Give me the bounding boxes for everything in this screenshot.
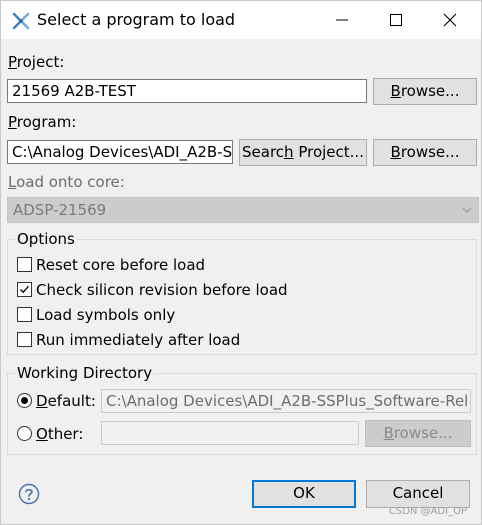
other-label: Other:: [36, 425, 84, 443]
load-symbols-checkbox[interactable]: [17, 307, 32, 322]
radio-selected-dot: [21, 397, 28, 404]
close-icon: [443, 13, 457, 27]
other-radio[interactable]: [17, 426, 32, 441]
other-directory-input[interactable]: [101, 421, 359, 445]
default-label: Default:: [36, 392, 96, 410]
project-input[interactable]: 21569 A2B-TEST: [7, 79, 367, 103]
window-title: Select a program to load: [37, 10, 236, 29]
core-select[interactable]: ADSP-21569: [7, 197, 479, 223]
reset-core-label: Reset core before load: [36, 256, 206, 274]
eclipse-x-icon: [12, 12, 30, 30]
help-icon[interactable]: [18, 483, 40, 505]
maximize-icon: [390, 14, 402, 26]
ok-button[interactable]: OK: [252, 480, 356, 508]
default-radio[interactable]: [17, 393, 32, 408]
check-silicon-checkbox[interactable]: [17, 282, 32, 297]
run-immediately-label: Run immediately after load: [36, 331, 241, 349]
chevron-down-icon: [462, 207, 472, 213]
title-bar[interactable]: Select a program to load: [1, 1, 481, 39]
minimize-button[interactable]: [319, 1, 365, 39]
working-directory-title: Working Directory: [15, 364, 155, 382]
run-immediately-checkbox[interactable]: [17, 332, 32, 347]
project-browse-button[interactable]: Browse...: [373, 78, 477, 105]
options-group-title: Options: [15, 230, 77, 248]
close-button[interactable]: [427, 1, 473, 39]
core-label: Load onto core:: [8, 173, 125, 191]
core-selected-value: ADSP-21569: [13, 201, 107, 219]
search-project-button[interactable]: Search Project...: [239, 139, 367, 166]
check-silicon-label: Check silicon revision before load: [36, 281, 288, 299]
working-directory-browse-button[interactable]: Browse...: [365, 420, 471, 447]
load-symbols-label: Load symbols only: [36, 306, 176, 324]
checkmark-icon: [20, 285, 29, 294]
program-browse-button[interactable]: Browse...: [373, 139, 477, 166]
project-label: Project:: [8, 53, 65, 71]
minimize-icon: [336, 19, 348, 21]
load-program-dialog: Select a program to load Project: 21569 …: [0, 0, 482, 525]
default-directory-field: C:\Analog Devices\ADI_A2B-SSPlus_Softwar…: [101, 389, 471, 413]
maximize-button[interactable]: [373, 1, 419, 39]
reset-core-checkbox[interactable]: [17, 257, 32, 272]
program-input[interactable]: C:\Analog Devices\ADI_A2B-SSPlus_Softwar…: [7, 140, 233, 164]
cancel-button[interactable]: Cancel: [366, 480, 470, 508]
program-label: Program:: [8, 113, 77, 131]
watermark: CSDN @ADI_OP: [388, 506, 467, 517]
